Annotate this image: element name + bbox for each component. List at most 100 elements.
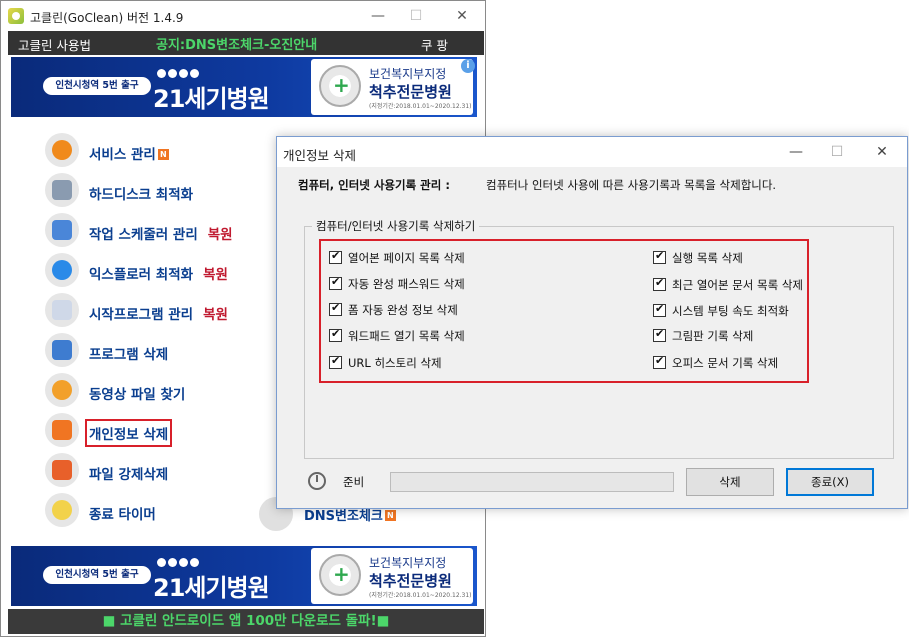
main-window-title: 고클린(GoClean) 버전 1.4.9	[30, 11, 184, 25]
menu-item-label: 서비스 관리	[89, 147, 156, 163]
checkbox-checked-icon	[653, 249, 666, 264]
maximize-icon: ☐	[830, 144, 844, 160]
minimize-icon[interactable]: —	[781, 141, 811, 163]
menu-item-label: 동영상 파일 찾기	[89, 387, 186, 403]
dns-check-label: DNS변조체크	[304, 509, 383, 524]
checkbox-checked-icon	[329, 275, 342, 290]
menu-notice[interactable]: 공지:DNS변조체크-오진안내	[156, 34, 317, 53]
delete-x-icon	[45, 453, 79, 487]
power-status-icon	[308, 472, 326, 490]
status-text: 준비	[343, 475, 365, 489]
magnifier-icon	[45, 373, 79, 407]
menu-item-privacy[interactable]: 개인정보 삭제	[45, 411, 265, 447]
menu-item-uninstall[interactable]: 프로그램 삭제	[45, 331, 265, 367]
checkbox-checked-icon	[653, 276, 666, 291]
menu-item-force-delete[interactable]: 파일 강제삭제	[45, 451, 265, 487]
menu-item-label: 프로그램 삭제	[89, 347, 169, 363]
main-menubar: 고클린 사용법 공지:DNS변조체크-오진안내 쿠 팡	[8, 31, 484, 55]
checkbox-label: URL 히스토리 삭제	[348, 356, 442, 370]
checkbox-checked-icon	[329, 301, 342, 316]
banner-right-line1: 보건복지부지정	[369, 556, 447, 570]
android-app-notice[interactable]: ■ 고클린 안드로이드 앱 100만 다운로드 돌파!■	[8, 609, 484, 634]
banner-right-line1: 보건복지부지정	[369, 67, 447, 81]
banner-right-line2: 척추전문병원	[369, 572, 452, 590]
restore-link[interactable]: 복원	[203, 307, 228, 323]
checklist-icon	[45, 333, 79, 367]
restore-link[interactable]: 복원	[208, 227, 233, 243]
banner-subway-label: 인천시청역 5번 출구	[43, 77, 151, 95]
checkbox-label: 워드패드 열기 목록 삭제	[348, 329, 465, 343]
gear-icon	[45, 133, 79, 167]
banner-right-panel: 보건복지부지정 척추전문병원 (지정기간:2018.01.01~2020.12.…	[311, 548, 473, 604]
banner-dots	[157, 67, 217, 78]
restore-link[interactable]: 복원	[203, 267, 228, 283]
wrench-icon	[45, 173, 79, 207]
menu-coupang[interactable]: 쿠 팡	[421, 35, 448, 54]
description-label: 컴퓨터, 인터넷 사용기록 관리 :	[298, 178, 450, 192]
menu-item-label: 익스플로러 최적화	[89, 267, 194, 283]
new-badge: N	[384, 510, 396, 521]
menu-item-scheduler[interactable]: 작업 스케줄러 관리 복원	[45, 211, 265, 247]
bottom-ad-banner[interactable]: 인천시청역 5번 출구 21세기병원 보건복지부지정 척추전문병원 (지정기간:…	[11, 546, 477, 606]
main-titlebar: 고클린(GoClean) 버전 1.4.9 — ☐ ✕	[1, 1, 485, 31]
checkbox-label: 오피스 문서 기록 삭제	[672, 356, 779, 370]
menu-item-service[interactable]: 서비스 관리 N	[45, 131, 265, 167]
banner-subway-label: 인천시청역 5번 출구	[43, 566, 151, 584]
checkbox-label: 열어본 페이지 목록 삭제	[348, 251, 465, 265]
checkbox-checked-icon	[653, 354, 666, 369]
checkbox-label: 폼 자동 완성 정보 삭제	[348, 303, 458, 317]
checkbox-checked-icon	[329, 249, 342, 264]
banner-seal-icon	[319, 65, 361, 107]
goclean-app-icon	[8, 8, 24, 24]
banner-hospital-name: 21세기병원	[153, 85, 270, 113]
banner-right-line3: (지정기간:2018.01.01~2020.12.31)	[369, 592, 472, 599]
privacy-icon	[45, 413, 79, 447]
menu-item-video[interactable]: 동영상 파일 찾기	[45, 371, 265, 407]
checkbox-checked-icon	[653, 302, 666, 317]
close-icon[interactable]: ✕	[867, 141, 897, 163]
calendar-clock-icon	[45, 213, 79, 247]
menu-goclean-help[interactable]: 고클린 사용법	[18, 35, 91, 54]
menu-item-label: 하드디스크 최적화	[89, 187, 194, 203]
menu-item-disk[interactable]: 하드디스크 최적화	[45, 171, 265, 207]
checkbox-checked-icon	[329, 327, 342, 342]
group-label: 컴퓨터/인터넷 사용기록 삭제하기	[312, 218, 480, 234]
menu-item-startup[interactable]: 시작프로그램 관리 복원	[45, 291, 265, 327]
internet-explorer-icon	[45, 253, 79, 287]
close-icon[interactable]: ✕	[447, 6, 477, 26]
banner-right-line3: (지정기간:2018.01.01~2020.12.31)	[369, 103, 472, 110]
menu-item-label: 작업 스케줄러 관리	[89, 227, 198, 243]
checkbox-label: 시스템 부팅 속도 최적화	[672, 304, 789, 318]
checkbox-label: 그림판 기록 삭제	[672, 329, 754, 343]
dialog-titlebar: 개인정보 삭제 — ☐ ✕	[277, 137, 907, 167]
banner-seal-icon	[319, 554, 361, 596]
checkbox-label: 최근 열어본 문서 목록 삭제	[672, 278, 804, 292]
banner-right-panel: 보건복지부지정 척추전문병원 (지정기간:2018.01.01~2020.12.…	[311, 59, 473, 115]
privacy-delete-dialog: 개인정보 삭제 — ☐ ✕ 컴퓨터, 인터넷 사용기록 관리 : 컴퓨터나 인터…	[276, 136, 908, 509]
dialog-title: 개인정보 삭제	[283, 148, 356, 163]
progress-bar	[390, 472, 674, 492]
top-ad-banner[interactable]: 인천시청역 5번 출구 21세기병원 보건복지부지정 척추전문병원 (지정기간:…	[11, 57, 477, 117]
banner-dots	[157, 556, 217, 567]
checkbox-checked-icon	[329, 354, 342, 369]
close-button[interactable]: 종료(X)	[786, 468, 874, 496]
banner-info-icon[interactable]: i	[461, 59, 475, 73]
delete-button[interactable]: 삭제	[686, 468, 774, 496]
new-badge: N	[157, 149, 169, 160]
menu-item-label: 개인정보 삭제	[84, 419, 173, 447]
menu-item-label: 시작프로그램 관리	[89, 307, 194, 323]
checkbox-label: 자동 완성 패스워드 삭제	[348, 277, 465, 291]
description-text: 컴퓨터나 인터넷 사용에 따른 사용기록과 목록을 삭제합니다.	[486, 178, 777, 192]
menu-item-ie[interactable]: 익스플로러 최적화 복원	[45, 251, 265, 287]
menu-item-timer[interactable]: 종료 타이머	[45, 491, 265, 527]
maximize-icon: ☐	[409, 8, 423, 24]
banner-right-line2: 척추전문병원	[369, 83, 452, 101]
sleep-timer-icon	[45, 493, 79, 527]
document-icon	[45, 293, 79, 327]
checkbox-checked-icon	[653, 327, 666, 342]
menu-item-label: 파일 강제삭제	[89, 467, 169, 483]
minimize-icon[interactable]: —	[363, 6, 393, 26]
banner-hospital-name: 21세기병원	[153, 574, 270, 602]
checkbox-label: 실행 목록 삭제	[672, 251, 743, 265]
menu-item-label: 종료 타이머	[89, 507, 156, 523]
